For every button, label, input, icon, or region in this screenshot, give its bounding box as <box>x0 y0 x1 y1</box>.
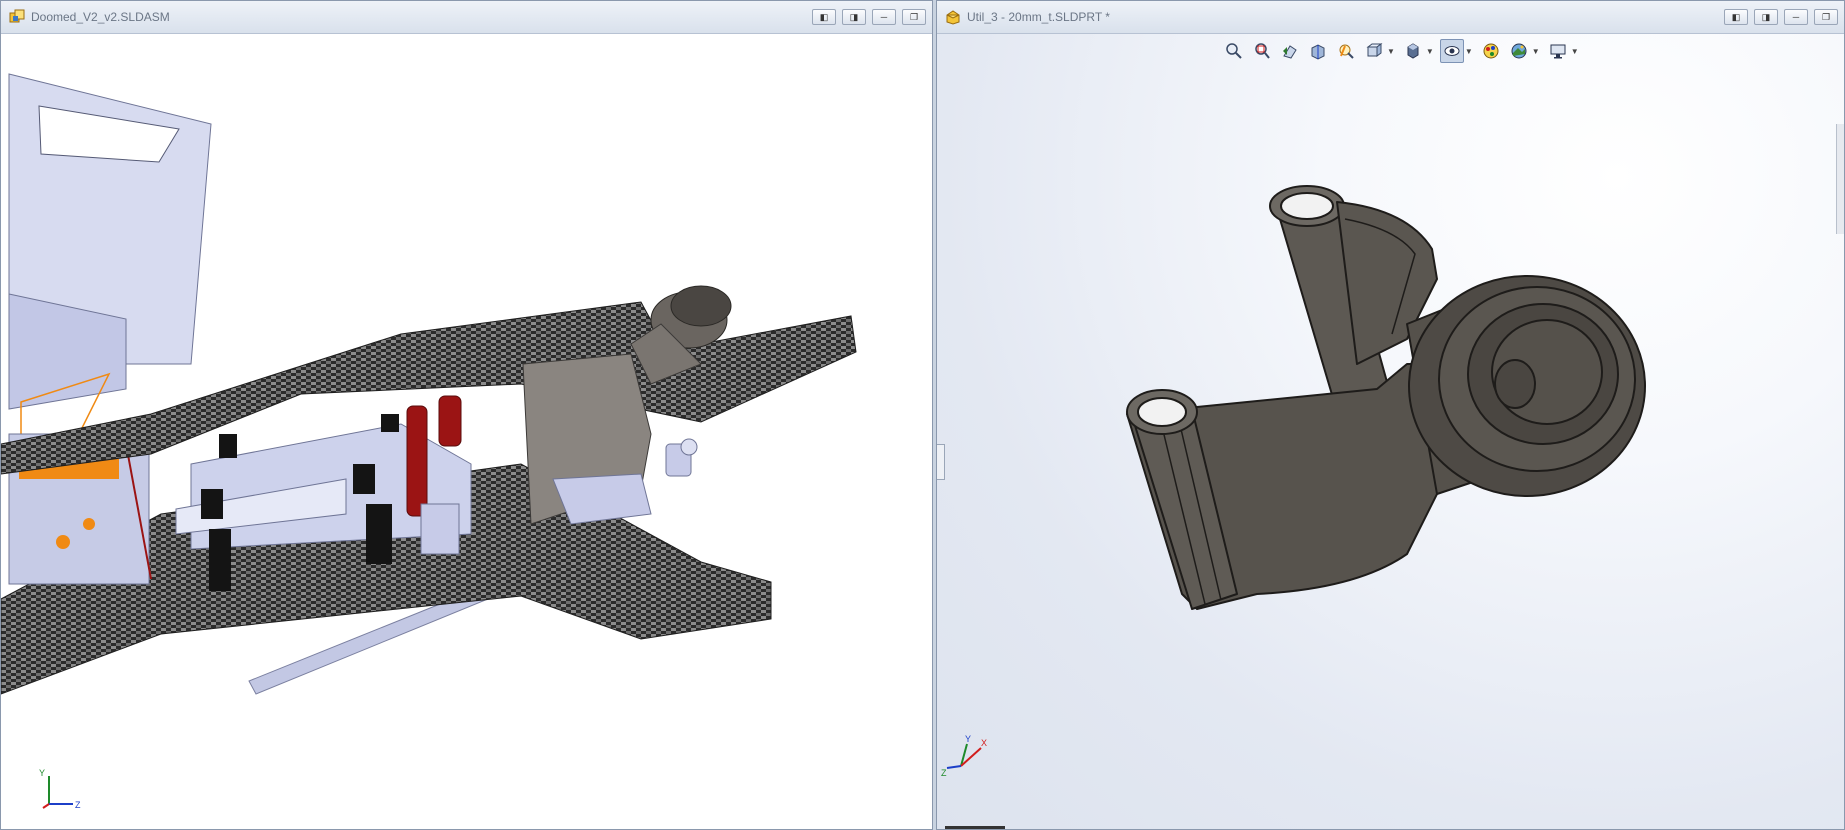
part-title-bar[interactable]: Util_3 - 20mm_t.SLDPRT * ◧ ◨ ─ ❐ <box>937 1 1844 34</box>
split-handle[interactable] <box>937 444 945 480</box>
part-window[interactable]: Util_3 - 20mm_t.SLDPRT * ◧ ◨ ─ ❐ ▼ ▼ ▼ ▼… <box>936 0 1845 830</box>
coordinate-triad: Y Z <box>39 768 81 810</box>
tile-left-button[interactable]: ◧ <box>1724 9 1748 25</box>
graphics-area[interactable]: Y Z <box>1 34 932 829</box>
triad-z-label: Z <box>941 768 947 778</box>
window-title: Doomed_V2_v2.SLDASM <box>31 10 170 24</box>
minimize-button[interactable]: ─ <box>1784 9 1808 25</box>
restore-button[interactable]: ❐ <box>1814 9 1838 25</box>
part-document-icon <box>946 10 960 25</box>
model-tab-indicator[interactable] <box>945 826 1005 829</box>
coordinate-triad: Y X Z <box>941 734 987 778</box>
tile-left-icon: ◧ <box>819 11 829 22</box>
minimize-icon: ─ <box>1792 12 1800 22</box>
minimize-icon: ─ <box>880 12 888 22</box>
tile-right-icon: ◨ <box>849 11 859 22</box>
triad-y-label: Y <box>965 734 971 744</box>
tile-right-icon: ◨ <box>1761 11 1771 22</box>
assembly-window[interactable]: Doomed_V2_v2.SLDASM ◧ ◨ ─ ❐ Y Z <box>0 0 933 830</box>
triad-z-label: Z <box>75 800 81 810</box>
vertical-scrollbar[interactable] <box>1836 124 1844 234</box>
restore-icon: ❐ <box>1821 11 1831 22</box>
tile-right-button[interactable]: ◨ <box>842 9 866 25</box>
assembly-document-icon <box>9 9 25 23</box>
window-title: Util_3 - 20mm_t.SLDPRT * <box>967 10 1110 24</box>
restore-button[interactable]: ❐ <box>902 9 926 25</box>
tile-left-icon: ◧ <box>1731 11 1741 22</box>
graphics-area[interactable]: ▼ ▼ ▼ ▼ ▼ Y X Z <box>937 34 1844 829</box>
drone-assembly-model[interactable] <box>1 34 932 830</box>
tile-left-button[interactable]: ◧ <box>812 9 836 25</box>
minimize-button[interactable]: ─ <box>872 9 896 25</box>
triad-y-label: Y <box>39 768 45 778</box>
restore-icon: ❐ <box>909 11 919 22</box>
tile-right-button[interactable]: ◨ <box>1754 9 1778 25</box>
camera-mount-part-model[interactable] <box>937 34 1844 830</box>
assembly-title-bar[interactable]: Doomed_V2_v2.SLDASM ◧ ◨ ─ ❐ <box>1 1 932 34</box>
triad-x-label: X <box>981 738 987 748</box>
